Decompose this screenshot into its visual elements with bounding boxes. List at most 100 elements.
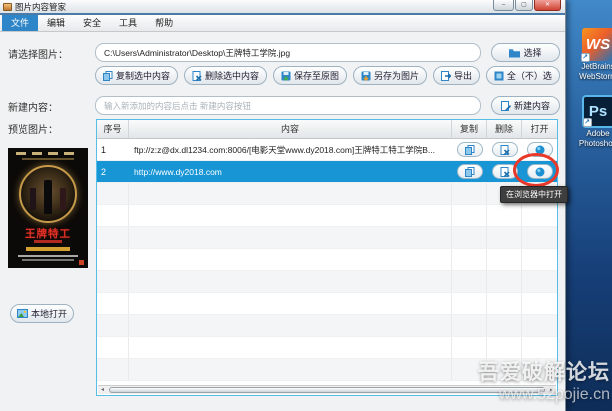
poster-date-bar xyxy=(26,247,70,251)
delete-selected-label: 删除选中内容 xyxy=(204,71,259,81)
title-bar[interactable]: 图片内容管家 – ▢ ✕ xyxy=(0,0,565,13)
poster-figure xyxy=(30,188,36,210)
poster-fineprint xyxy=(22,259,74,261)
table-empty-row[interactable] xyxy=(97,249,557,271)
save-original-button[interactable]: 保存至原图 xyxy=(272,66,347,85)
folder-icon xyxy=(509,48,521,57)
desktop-icon-label: Adobe xyxy=(586,129,610,138)
select-all-label: 全（不）选 xyxy=(506,71,552,81)
open-in-browser-tooltip: 在浏览器中打开 xyxy=(500,186,568,203)
maximize-button[interactable]: ▢ xyxy=(515,0,533,11)
webstorm-logo-text: WS xyxy=(585,36,611,53)
image-path-input[interactable] xyxy=(95,43,481,62)
table-empty-row[interactable] xyxy=(97,293,557,315)
header-open: 打开 xyxy=(530,124,549,134)
header-content: 内容 xyxy=(129,120,452,138)
horizontal-scrollbar[interactable]: ◂ ▸ xyxy=(98,385,556,394)
row-number: 2 xyxy=(101,166,107,177)
delete-icon xyxy=(500,166,510,177)
image-icon xyxy=(17,309,28,318)
new-content-input[interactable] xyxy=(95,96,481,115)
desktop-icon-label: JetBrains xyxy=(581,62,612,71)
new-content-button[interactable]: 新建内容 xyxy=(491,96,560,115)
photoshop-logo-text: Ps xyxy=(588,103,608,120)
poster-top-line xyxy=(22,158,74,160)
export-icon xyxy=(440,70,451,81)
delete-icon xyxy=(192,70,202,81)
table-empty-row[interactable] xyxy=(97,227,557,249)
save-as-icon xyxy=(361,71,371,81)
app-icon xyxy=(3,2,12,11)
desktop-icon-webstorm[interactable]: WS ↗ JetBrains WebStorm xyxy=(574,28,612,81)
menu-security[interactable]: 安全 xyxy=(74,15,110,31)
save-original-label: 保存至原图 xyxy=(293,71,339,81)
menu-help[interactable]: 帮助 xyxy=(146,15,182,31)
save-icon xyxy=(281,71,291,81)
table-empty-row[interactable] xyxy=(97,205,557,227)
photoshop-icon: Ps ↗ xyxy=(581,95,612,128)
shortcut-arrow-icon: ↗ xyxy=(580,53,590,62)
copy-selected-label: 复制选中内容 xyxy=(116,71,171,81)
toolbar: 复制选中内容 删除选中内容 保存至原图 另存为图片 导出 全（不）选 xyxy=(95,66,560,85)
poster-rating-mark xyxy=(79,260,84,265)
webstorm-icon: WS ↗ xyxy=(580,28,612,62)
copy-icon xyxy=(464,166,474,177)
row-content: ftp://z:z@dx.dl1234.com:8006/[电影天堂www.dy… xyxy=(134,144,436,155)
menu-edit[interactable]: 编辑 xyxy=(38,15,74,31)
local-open-button[interactable]: 本地打开 xyxy=(10,304,74,323)
poster-fineprint xyxy=(18,255,78,257)
table-empty-row[interactable] xyxy=(97,315,557,337)
table-empty-row[interactable] xyxy=(97,359,557,381)
row-copy-button[interactable] xyxy=(456,142,483,157)
select-all-icon xyxy=(494,71,504,80)
close-button[interactable]: ✕ xyxy=(534,0,561,11)
desktop-icon-photoshop[interactable]: Ps ↗ Adobe Photoshop xyxy=(574,95,612,148)
scroll-right-arrow[interactable]: ▸ xyxy=(547,386,556,394)
header-delete: 删除 xyxy=(487,120,522,138)
row-copy-button[interactable] xyxy=(456,164,483,179)
scroll-left-arrow[interactable]: ◂ xyxy=(98,386,107,394)
row-content: http://www.dy2018.com xyxy=(134,166,222,177)
new-content-label: 新建内容： xyxy=(8,103,58,114)
copy-selected-button[interactable]: 复制选中内容 xyxy=(95,66,179,85)
app-window: 图片内容管家 – ▢ ✕ 文件 编辑 安全 工具 帮助 请选择图片： 选择 xyxy=(0,0,566,411)
poster-subtitle-bar xyxy=(34,240,62,243)
save-as-image-button[interactable]: 另存为图片 xyxy=(352,66,427,85)
header-copy: 复制 xyxy=(452,120,487,138)
new-doc-icon xyxy=(500,100,511,111)
choose-file-label: 选择 xyxy=(523,48,542,58)
export-label: 导出 xyxy=(453,71,472,81)
menu-bar: 文件 编辑 安全 工具 帮助 xyxy=(0,15,565,32)
movie-poster-thumbnail[interactable]: 王牌特工 xyxy=(8,148,88,268)
menu-tools[interactable]: 工具 xyxy=(110,15,146,31)
menu-file[interactable]: 文件 xyxy=(2,15,39,31)
row-number: 1 xyxy=(101,144,107,155)
table-row[interactable]: 1 ftp://z:z@dx.dl1234.com:8006/[电影天堂www.… xyxy=(97,139,557,161)
select-image-label: 请选择图片： xyxy=(8,50,68,61)
table-empty-row[interactable] xyxy=(97,183,557,205)
copy-icon xyxy=(103,70,113,81)
choose-file-button[interactable]: 选择 xyxy=(491,43,560,62)
new-content-button-label: 新建内容 xyxy=(513,101,550,111)
save-as-image-label: 另存为图片 xyxy=(373,71,419,81)
export-button[interactable]: 导出 xyxy=(432,66,480,85)
poster-title: 王牌特工 xyxy=(25,228,71,240)
table-row-selected[interactable]: 2 http://www.dy2018.com xyxy=(97,161,557,183)
row-delete-button[interactable] xyxy=(491,142,518,157)
delete-selected-button[interactable]: 删除选中内容 xyxy=(183,66,267,85)
minimize-button[interactable]: – xyxy=(493,0,514,11)
desktop: WS ↗ JetBrains WebStorm Ps ↗ Adobe Photo… xyxy=(0,0,612,411)
local-open-label: 本地打开 xyxy=(31,309,68,319)
poster-figure xyxy=(60,188,66,210)
scrollbar-thumb[interactable] xyxy=(109,387,545,393)
desktop-icon-label: WebStorm xyxy=(579,71,612,81)
select-all-button[interactable]: 全（不）选 xyxy=(485,66,560,85)
table-header: 序号 内容 复制 删除 打开 xyxy=(97,120,557,139)
table-empty-row[interactable] xyxy=(97,337,557,359)
preview-label: 预览图片： xyxy=(8,125,58,136)
copy-icon xyxy=(464,144,474,155)
poster-figure xyxy=(44,180,52,214)
window-title: 图片内容管家 xyxy=(15,1,67,12)
table-empty-row[interactable] xyxy=(97,271,557,293)
desktop-icon-label: Photoshop xyxy=(578,138,612,148)
